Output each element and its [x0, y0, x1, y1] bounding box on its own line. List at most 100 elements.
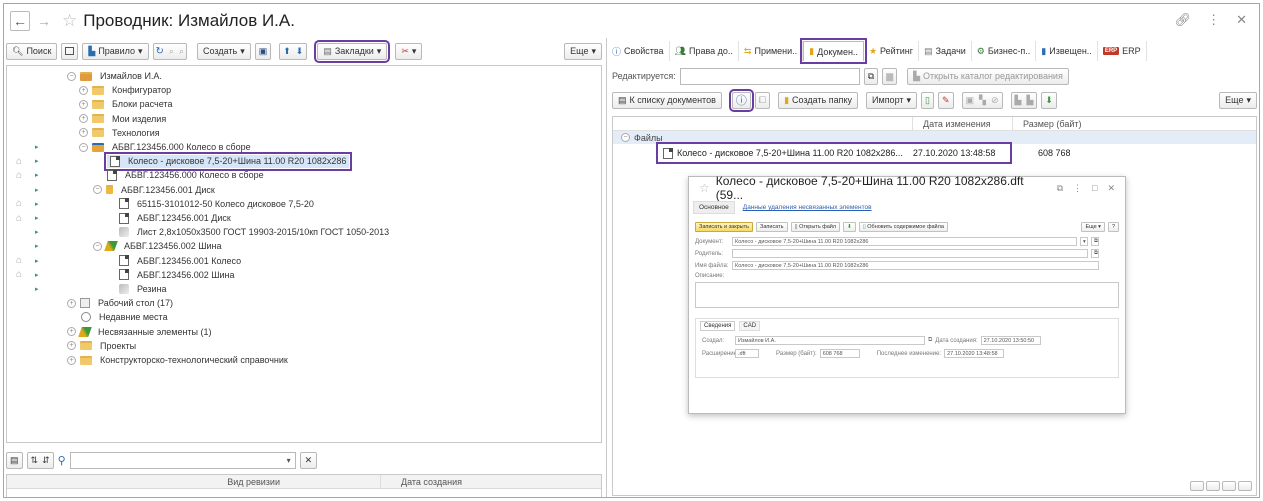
editing-field[interactable] [679, 67, 860, 85]
back-arrow-icon[interactable]: ← [10, 11, 30, 31]
window-icon-button[interactable] [61, 42, 79, 60]
expand-arrow-icon[interactable]: ▸ [35, 271, 39, 279]
tree-row[interactable]: + Конфигуратор [7, 83, 601, 97]
expand-icon[interactable]: + [79, 114, 88, 124]
expand-arrow-icon[interactable]: ▸ [35, 171, 39, 179]
download-button[interactable]: ⬇ [1041, 91, 1057, 109]
tree-row[interactable]: + Проекты [7, 339, 601, 353]
open-catalog-button[interactable]: ▙ Открыть каталог редактирования [907, 67, 1069, 85]
docs-more-button[interactable]: Еще ▾ [1219, 91, 1257, 109]
collapse-icon[interactable]: − [93, 241, 102, 251]
tree-row[interactable]: ⌂ ▸ АБВГ.123456.002 Шина [7, 268, 601, 282]
dropdown-arrow-icon[interactable]: ▾ [287, 456, 291, 465]
tree-row[interactable]: ⌂ ▸ 65115-3101012-50 Колесо дисковое 7,5-2… [7, 197, 601, 211]
expand-icon[interactable]: + [79, 128, 88, 138]
tab-main[interactable]: Основное [693, 201, 735, 214]
collapse-icon[interactable]: − [621, 133, 630, 142]
expand-arrow-icon[interactable]: ▸ [35, 257, 39, 265]
tree-row[interactable]: ▸ − АБВГ.123456.002 Шина [7, 239, 601, 253]
tree-row[interactable]: ▸ − АБВГ.123456.001 Диск [7, 183, 601, 197]
collapse-icon[interactable]: − [93, 185, 102, 195]
col-size[interactable]: Размер (байт) [1013, 117, 1256, 130]
favorite-star-icon[interactable]: ☆ [699, 181, 710, 195]
tree-row[interactable]: ▸ Лист 2,8x1050x3500 ГОСТ 19903-2015/10кп… [7, 225, 601, 239]
expand-icon[interactable]: + [79, 85, 88, 95]
expand-arrow-icon[interactable]: ▸ [35, 143, 39, 151]
tab-tasks[interactable]: ▤ Задачи [919, 41, 972, 61]
help-button[interactable]: ? [1107, 222, 1119, 232]
expand-icon[interactable]: + [67, 298, 76, 308]
expand-arrow-icon[interactable]: ▸ [35, 228, 39, 236]
add-file-button[interactable]: ▯ [921, 91, 934, 109]
tree-row[interactable]: ▸ Резина [7, 282, 601, 296]
tree-row[interactable]: + Рабочий стол (17) [7, 296, 601, 310]
pager-last[interactable] [1238, 481, 1252, 491]
to-list-button[interactable]: ▤ К списку документов [612, 91, 722, 109]
copy-group[interactable]: ▙ ▙ [1010, 91, 1038, 109]
tab-users[interactable]: 👥︎ Права до.. [670, 41, 739, 61]
tree-row[interactable]: − Измайлов И.А. [7, 69, 601, 83]
tab-info[interactable]: Сведения [700, 320, 736, 331]
tree-row[interactable]: ⌂ ▸ Колесо - дисковое 7,5-20+Шина 11.00 R2… [7, 151, 601, 171]
tab-business-process[interactable]: ⚙ Бизнес-п.. [972, 41, 1037, 61]
open-file-button[interactable]: ▯ Открыть файл [790, 222, 841, 232]
open-link-button[interactable]: ⧉ [863, 67, 879, 85]
arrow-down-icon[interactable]: ⬇ [296, 46, 304, 57]
copy-icon[interactable]: ▙ [1015, 95, 1022, 106]
expand-icon[interactable]: + [67, 341, 76, 351]
forward-arrow-icon[interactable]: → [34, 11, 54, 31]
sort-group[interactable]: ⇅ ⇵ [26, 451, 54, 469]
parent-field[interactable] [732, 249, 1088, 258]
copy2-icon[interactable]: ▙ [1026, 95, 1033, 106]
col-revision-type[interactable]: Вид ревизии [7, 475, 381, 488]
col-date-changed[interactable]: Дата изменения [913, 117, 1013, 130]
save-button[interactable]: Записать [756, 222, 788, 232]
tab-usage[interactable]: ⇆ Примени.. [739, 41, 804, 61]
refresh-group[interactable]: ↻ ⌕ ⌕ [152, 42, 187, 60]
save-file-icon[interactable]: ▣ [966, 95, 975, 106]
tree-row[interactable]: + Несвязанные элементы (1) [7, 325, 601, 339]
size-field[interactable]: 608 768 [819, 349, 860, 358]
open-link-icon[interactable]: ⧉ [1091, 237, 1099, 246]
clear-filter-button[interactable]: ✕ [299, 451, 318, 469]
tree-row[interactable]: ⌂ ▸ АБВГ.123456.001 Колесо [7, 254, 601, 268]
pager-prev[interactable] [1206, 481, 1220, 491]
find-icon[interactable]: ⌕ [169, 46, 174, 57]
object-tree[interactable]: − Измайлов И.А. + Конфигуратор + Блоки расчет… [6, 65, 602, 443]
more-vert-icon[interactable]: ⋮ [1207, 12, 1220, 28]
save-close-button[interactable]: Записать и закрыть [695, 222, 754, 232]
tab-notice[interactable]: ▮ Извещен.. [1036, 41, 1098, 61]
last-modified-field[interactable]: 27.10.2020 13:48:58 [944, 349, 1005, 358]
col-create-date[interactable]: Дата создания [381, 475, 601, 488]
cancel-icon[interactable]: ⊘ [991, 95, 999, 106]
close-icon[interactable]: ✕ [1107, 183, 1115, 194]
expand-arrow-icon[interactable]: ▸ [35, 200, 39, 208]
link-icon[interactable]: 🔗︎ [1175, 12, 1192, 28]
link-icon[interactable]: ⧉ [1057, 183, 1063, 194]
find-next-icon[interactable]: ⌕ [179, 46, 184, 57]
panel-icon-button[interactable]: ▤ [6, 451, 23, 469]
document-field[interactable]: Колесо - дисковое 7,5-20+Шина 11.00 R20 … [732, 237, 1077, 246]
create-button[interactable]: Создать ▾ [196, 42, 251, 60]
create-date-field[interactable]: 27.10.2020 13:50:50 [980, 336, 1041, 345]
filter-icon[interactable]: ⚲ [58, 454, 66, 467]
creator-field[interactable]: Измайлов И.А. [735, 336, 925, 345]
dialog-more-button[interactable]: Еще ▾ [1081, 222, 1105, 232]
tools-button[interactable]: ✂ ▾ [395, 42, 423, 60]
refresh-icon[interactable]: ↻ [156, 46, 164, 57]
more-vert-icon[interactable]: ⋮ [1073, 183, 1082, 194]
tree-row[interactable]: ⌂ ▸ АБВГ.123456.000 Колесо в сборе [7, 168, 601, 182]
save-button[interactable]: ▣ [254, 42, 272, 60]
pager-next[interactable] [1222, 481, 1236, 491]
lock-button[interactable]: ▆ [882, 67, 898, 85]
sort-desc-icon[interactable]: ⇵ [42, 455, 50, 466]
favorite-star-icon[interactable]: ☆ [62, 11, 77, 31]
expand-icon[interactable]: + [79, 99, 88, 109]
tab-document[interactable]: ▮ Докумен.. [800, 38, 867, 64]
dropdown-arrow-icon[interactable]: ▾ [1080, 237, 1088, 246]
edit-button[interactable]: ✎ [937, 91, 954, 109]
download-button[interactable]: ⬇ [843, 222, 856, 232]
files-group-row[interactable]: − Файлы [613, 131, 1256, 144]
tab-deletion-data[interactable]: Данные удаления несвязанных элементов [743, 204, 872, 211]
rule-button[interactable]: ▙ Правило ▾ [82, 42, 149, 60]
